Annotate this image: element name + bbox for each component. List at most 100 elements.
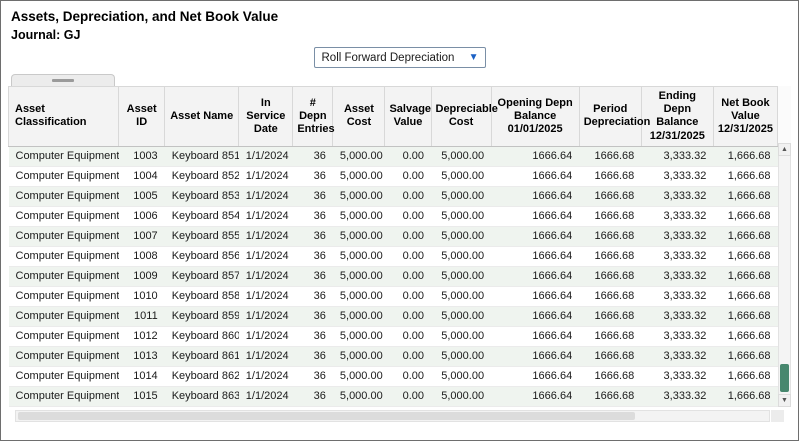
table-cell: 1013 bbox=[119, 346, 165, 366]
table-cell: 1,666.68 bbox=[713, 146, 777, 166]
table-row[interactable]: Computer Equipment1011Keyboard 8591/1/20… bbox=[9, 306, 778, 326]
table-cell: 1666.68 bbox=[579, 326, 641, 346]
table-row[interactable]: Computer Equipment1003Keyboard 8511/1/20… bbox=[9, 146, 778, 166]
table-row[interactable]: Computer Equipment1004Keyboard 8521/1/20… bbox=[9, 166, 778, 186]
table-row[interactable]: Computer Equipment1005Keyboard 8531/1/20… bbox=[9, 186, 778, 206]
table-row[interactable]: Computer Equipment1009Keyboard 8571/1/20… bbox=[9, 266, 778, 286]
table-cell: 0.00 bbox=[385, 166, 431, 186]
table-cell: 5,000.00 bbox=[333, 326, 385, 346]
column-header-2[interactable]: Asset ID bbox=[119, 87, 165, 147]
table-cell: 36 bbox=[293, 266, 333, 286]
table-cell: 0.00 bbox=[385, 386, 431, 406]
horizontal-scrollbar[interactable] bbox=[15, 410, 770, 422]
column-header-9[interactable]: Opening Depn Balance 01/01/2025 bbox=[491, 87, 579, 147]
vertical-scroll-thumb[interactable] bbox=[780, 364, 789, 392]
table-cell: 1666.68 bbox=[579, 286, 641, 306]
table-cell: 5,000.00 bbox=[333, 366, 385, 386]
column-header-8[interactable]: Depreciable Cost bbox=[431, 87, 491, 147]
table-cell: 1/1/2024 bbox=[239, 146, 293, 166]
table-row[interactable]: Computer Equipment1007Keyboard 8551/1/20… bbox=[9, 226, 778, 246]
table-header-row: Asset ClassificationAsset IDAsset NameIn… bbox=[9, 87, 778, 147]
table-cell: 1666.68 bbox=[579, 346, 641, 366]
column-header-10[interactable]: Period Depreciation bbox=[579, 87, 641, 147]
table-cell: 1666.68 bbox=[579, 226, 641, 246]
table-cell: Computer Equipment bbox=[9, 306, 119, 326]
chevron-down-icon: ▼ bbox=[469, 53, 479, 63]
table-cell: Keyboard 854 bbox=[165, 206, 239, 226]
table-cell: 5,000.00 bbox=[431, 266, 491, 286]
table-cell: 36 bbox=[293, 366, 333, 386]
table-cell: 5,000.00 bbox=[431, 186, 491, 206]
table-cell: 1666.64 bbox=[491, 186, 579, 206]
table-cell: 3,333.32 bbox=[641, 286, 713, 306]
table-cell: 5,000.00 bbox=[333, 286, 385, 306]
table-cell: Computer Equipment bbox=[9, 346, 119, 366]
table-row[interactable]: Computer Equipment1013Keyboard 8611/1/20… bbox=[9, 346, 778, 366]
table-cell: 5,000.00 bbox=[431, 326, 491, 346]
column-header-4[interactable]: In Service Date bbox=[239, 87, 293, 147]
table-cell: Keyboard 858 bbox=[165, 286, 239, 306]
column-header-11[interactable]: Ending Depn Balance 12/31/2025 bbox=[641, 87, 713, 147]
table-cell: Keyboard 863 bbox=[165, 386, 239, 406]
table-row[interactable]: Computer Equipment1006Keyboard 8541/1/20… bbox=[9, 206, 778, 226]
table-cell: 5,000.00 bbox=[431, 166, 491, 186]
table-row[interactable]: Computer Equipment1014Keyboard 8621/1/20… bbox=[9, 366, 778, 386]
report-window: Assets, Depreciation, and Net Book Value… bbox=[0, 0, 799, 441]
table-cell: 1014 bbox=[119, 366, 165, 386]
table-row[interactable]: Computer Equipment1012Keyboard 8601/1/20… bbox=[9, 326, 778, 346]
table-cell: 1666.64 bbox=[491, 306, 579, 326]
table-cell: Keyboard 857 bbox=[165, 266, 239, 286]
table-cell: 1007 bbox=[119, 226, 165, 246]
vertical-scrollbar[interactable]: ▲ ▼ bbox=[778, 86, 791, 407]
table-cell: 5,000.00 bbox=[431, 146, 491, 166]
table-cell: Computer Equipment bbox=[9, 186, 119, 206]
column-header-6[interactable]: Asset Cost bbox=[333, 87, 385, 147]
vertical-scroll-track[interactable] bbox=[778, 156, 791, 394]
table-cell: 1666.64 bbox=[491, 366, 579, 386]
table-row[interactable]: Computer Equipment1010Keyboard 8581/1/20… bbox=[9, 286, 778, 306]
table-row[interactable]: Computer Equipment1015Keyboard 8631/1/20… bbox=[9, 386, 778, 406]
scroll-up-icon[interactable]: ▲ bbox=[778, 143, 791, 156]
table-cell: 1011 bbox=[119, 306, 165, 326]
column-header-3[interactable]: Asset Name bbox=[165, 87, 239, 147]
report-type-dropdown[interactable]: Roll Forward Depreciation ▼ bbox=[314, 47, 486, 68]
table-cell: 0.00 bbox=[385, 286, 431, 306]
table-cell: 1015 bbox=[119, 386, 165, 406]
table-cell: Computer Equipment bbox=[9, 226, 119, 246]
table-cell: 0.00 bbox=[385, 346, 431, 366]
table-cell: Keyboard 862 bbox=[165, 366, 239, 386]
table-cell: 5,000.00 bbox=[333, 346, 385, 366]
table-cell: 0.00 bbox=[385, 186, 431, 206]
table-cell: 1666.64 bbox=[491, 226, 579, 246]
column-header-12[interactable]: Net Book Value 12/31/2025 bbox=[713, 87, 777, 147]
panel-collapse-handle[interactable] bbox=[11, 74, 115, 86]
table-cell: Computer Equipment bbox=[9, 246, 119, 266]
table-cell: 1,666.68 bbox=[713, 346, 777, 366]
horizontal-scroll-thumb[interactable] bbox=[18, 412, 635, 420]
table-cell: 5,000.00 bbox=[333, 186, 385, 206]
table-cell: 1/1/2024 bbox=[239, 346, 293, 366]
table-cell: 1666.68 bbox=[579, 266, 641, 286]
table-cell: 36 bbox=[293, 166, 333, 186]
scroll-down-icon[interactable]: ▼ bbox=[778, 394, 791, 407]
table-cell: Keyboard 861 bbox=[165, 346, 239, 366]
table-cell: 1666.64 bbox=[491, 346, 579, 366]
table-cell: 1/1/2024 bbox=[239, 166, 293, 186]
table-cell: 36 bbox=[293, 386, 333, 406]
table-cell: Computer Equipment bbox=[9, 266, 119, 286]
column-header-5[interactable]: # Depn Entries bbox=[293, 87, 333, 147]
table-cell: 0.00 bbox=[385, 146, 431, 166]
table-cell: 0.00 bbox=[385, 226, 431, 246]
table-cell: 3,333.32 bbox=[641, 146, 713, 166]
table-cell: 1666.68 bbox=[579, 246, 641, 266]
column-header-7[interactable]: Salvage Value bbox=[385, 87, 431, 147]
table-cell: Keyboard 852 bbox=[165, 166, 239, 186]
table-cell: 1,666.68 bbox=[713, 386, 777, 406]
table-cell: 5,000.00 bbox=[431, 246, 491, 266]
table-cell: 0.00 bbox=[385, 266, 431, 286]
table-row[interactable]: Computer Equipment1008Keyboard 8561/1/20… bbox=[9, 246, 778, 266]
table-cell: 5,000.00 bbox=[431, 226, 491, 246]
table-cell: 1,666.68 bbox=[713, 366, 777, 386]
column-header-1[interactable]: Asset Classification bbox=[9, 87, 119, 147]
table-cell: 3,333.32 bbox=[641, 386, 713, 406]
